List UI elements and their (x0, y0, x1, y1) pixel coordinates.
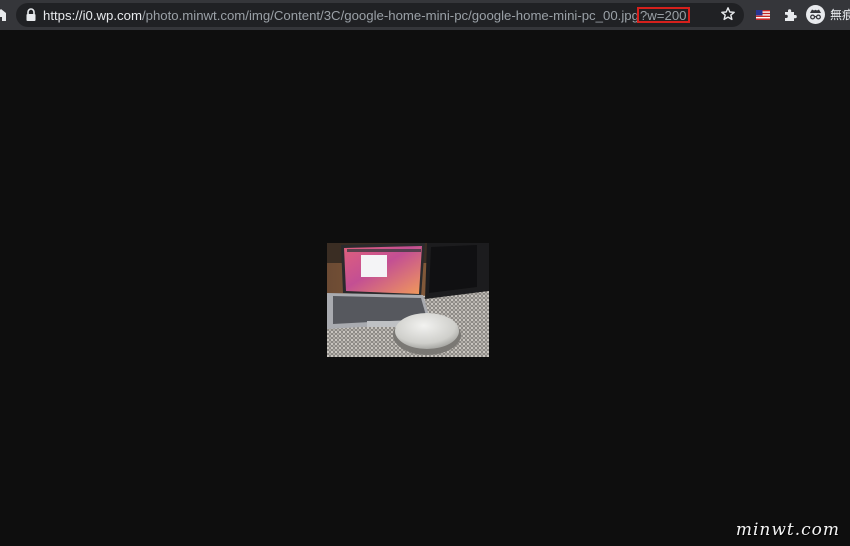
us-flag-icon[interactable] (756, 10, 770, 20)
address-bar[interactable]: https://i0.wp.com/photo.minwt.com/img/Co… (16, 3, 744, 27)
url-text[interactable]: https://i0.wp.com/photo.minwt.com/img/Co… (43, 7, 691, 23)
puzzle-icon[interactable] (782, 7, 798, 23)
product-photo (327, 243, 489, 357)
profile-label[interactable]: 無痕 (830, 7, 850, 23)
url-query-highlight: ?w=200 (636, 7, 691, 23)
incognito-icon[interactable] (806, 5, 825, 24)
url-host: https://i0.wp.com (43, 8, 142, 23)
star-icon[interactable] (720, 6, 736, 22)
watermark: minwt.com (735, 520, 840, 540)
browser-toolbar: https://i0.wp.com/photo.minwt.com/img/Co… (0, 0, 850, 30)
home-icon[interactable] (0, 8, 6, 22)
url-path: /photo.minwt.com/img/Content/3C/google-h… (141, 8, 639, 23)
lock-icon[interactable] (25, 8, 37, 22)
